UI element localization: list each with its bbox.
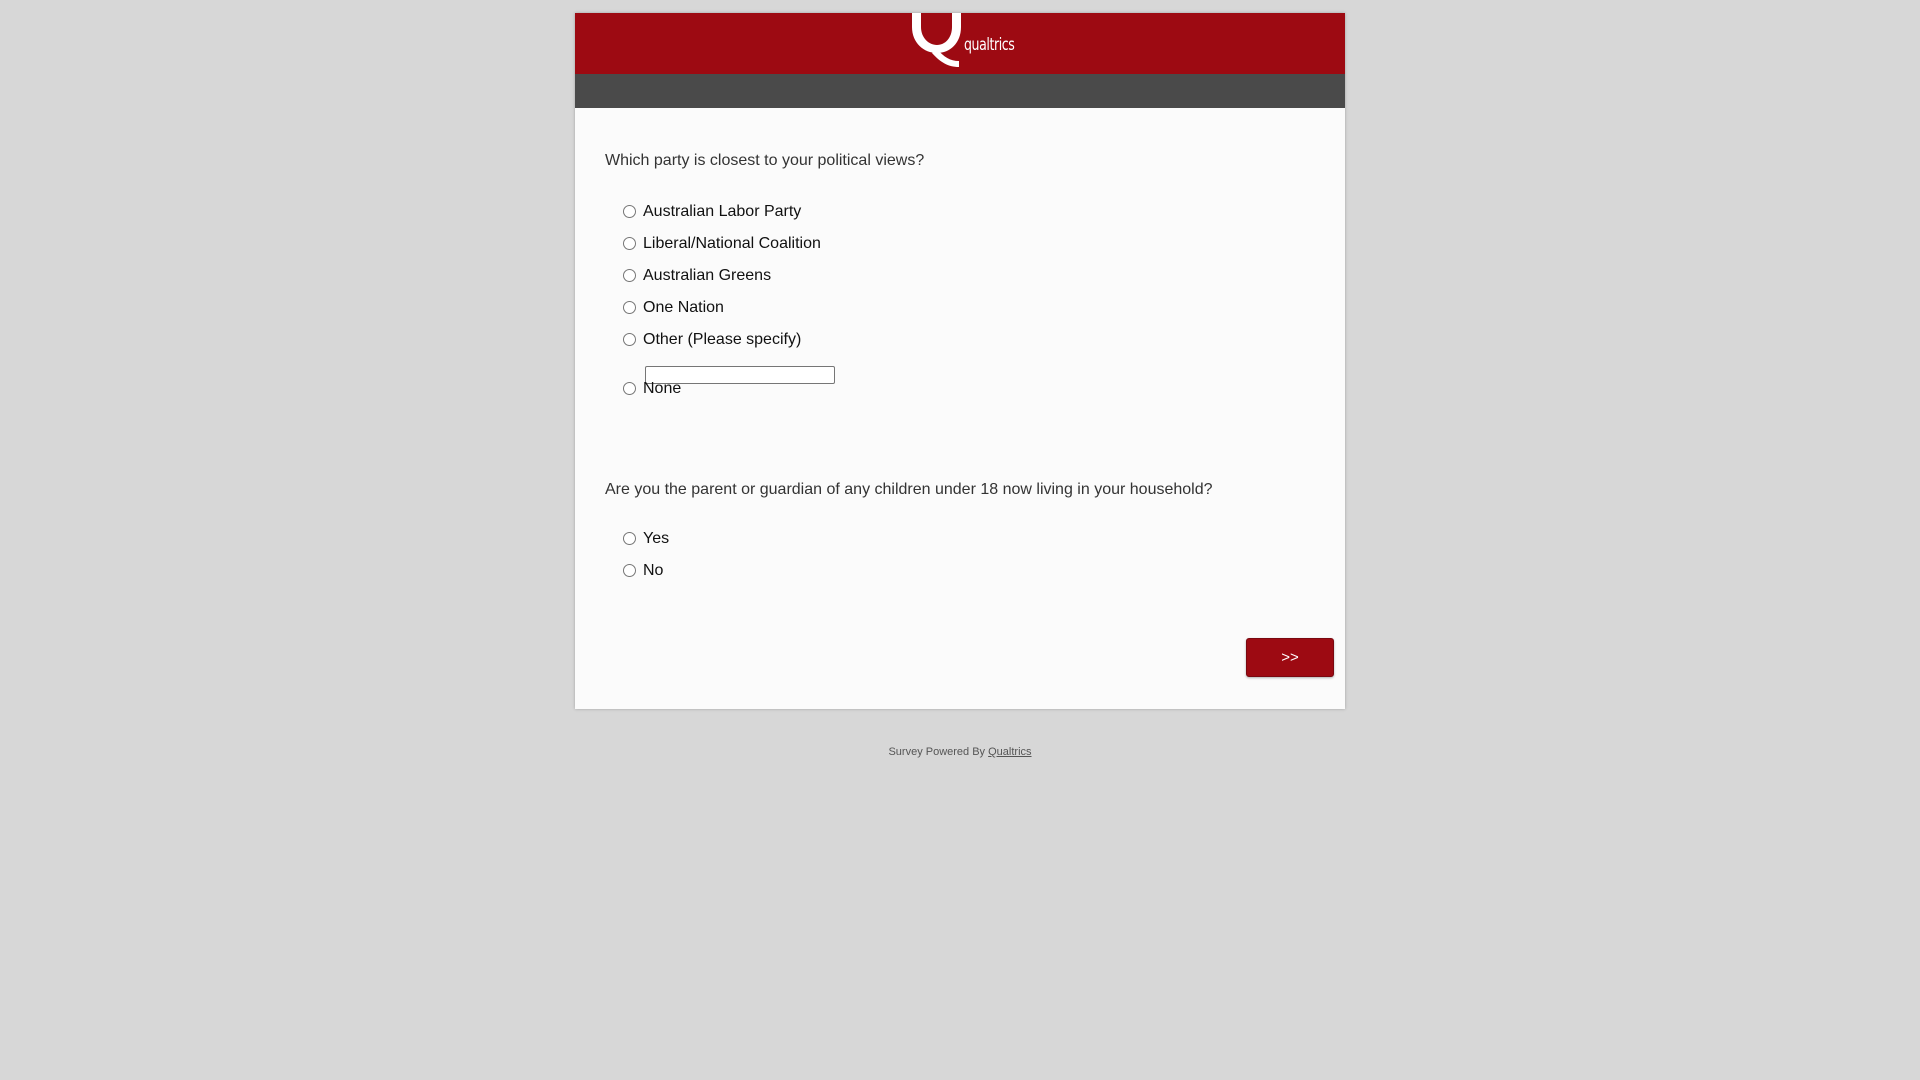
radio-button[interactable]: [623, 301, 636, 314]
question-party: Which party is closest to your political…: [605, 152, 1325, 397]
brand-text: qualtrics: [964, 35, 1015, 55]
choice-label[interactable]: None: [643, 380, 681, 398]
footer-prefix: Survey Powered By: [888, 746, 986, 758]
choice-label[interactable]: One Nation: [643, 299, 724, 317]
radio-button[interactable]: [623, 382, 636, 395]
choice-label[interactable]: Liberal/National Coalition: [643, 235, 821, 253]
choice-label[interactable]: No: [643, 562, 663, 580]
radio-button[interactable]: [623, 333, 636, 346]
radio-button[interactable]: [623, 532, 636, 545]
question-children: Are you the parent or guardian of any ch…: [605, 481, 1325, 579]
radio-button[interactable]: [623, 269, 636, 282]
survey-container: qualtrics Which party is closest to your…: [575, 13, 1345, 709]
choice-label[interactable]: Australian Greens: [643, 267, 771, 285]
choice-label[interactable]: Yes: [643, 530, 669, 548]
qualtrics-link[interactable]: Qualtrics: [988, 746, 1031, 758]
header-banner: qualtrics: [575, 13, 1345, 74]
next-button[interactable]: >>: [1246, 638, 1334, 677]
footer: Survey Powered By Qualtrics: [0, 746, 1920, 758]
question-text: Which party is closest to your political…: [605, 152, 925, 169]
question-text: Are you the parent or guardian of any ch…: [605, 481, 1213, 498]
radio-button[interactable]: [623, 237, 636, 250]
progress-bar: [575, 74, 1345, 108]
choice-label[interactable]: Australian Labor Party: [643, 203, 801, 221]
choice-label[interactable]: Other (Please specify): [643, 331, 801, 349]
radio-button[interactable]: [623, 564, 636, 577]
radio-button[interactable]: [623, 205, 636, 218]
